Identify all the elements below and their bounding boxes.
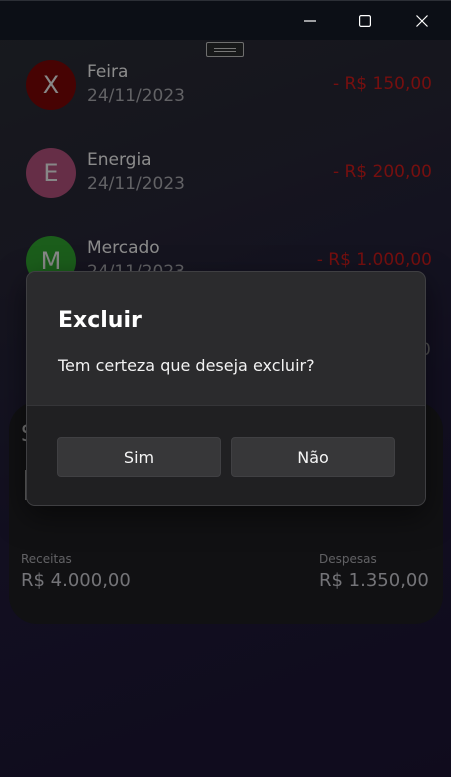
close-button[interactable] — [394, 1, 450, 41]
dialog-title: Excluir — [58, 308, 142, 333]
maximize-button[interactable] — [337, 1, 393, 41]
close-icon — [416, 15, 428, 27]
dialog-message: Tem certeza que deseja excluir? — [58, 356, 315, 375]
cancel-button[interactable]: Não — [231, 437, 395, 477]
window-titlebar — [0, 0, 451, 40]
dialog-footer: Sim Não — [27, 405, 425, 505]
maximize-icon — [359, 15, 371, 27]
confirm-button[interactable]: Sim — [57, 437, 221, 477]
minimize-icon — [304, 20, 316, 22]
minimize-button[interactable] — [282, 1, 338, 41]
delete-dialog: Excluir Tem certeza que deseja excluir? … — [26, 271, 426, 506]
